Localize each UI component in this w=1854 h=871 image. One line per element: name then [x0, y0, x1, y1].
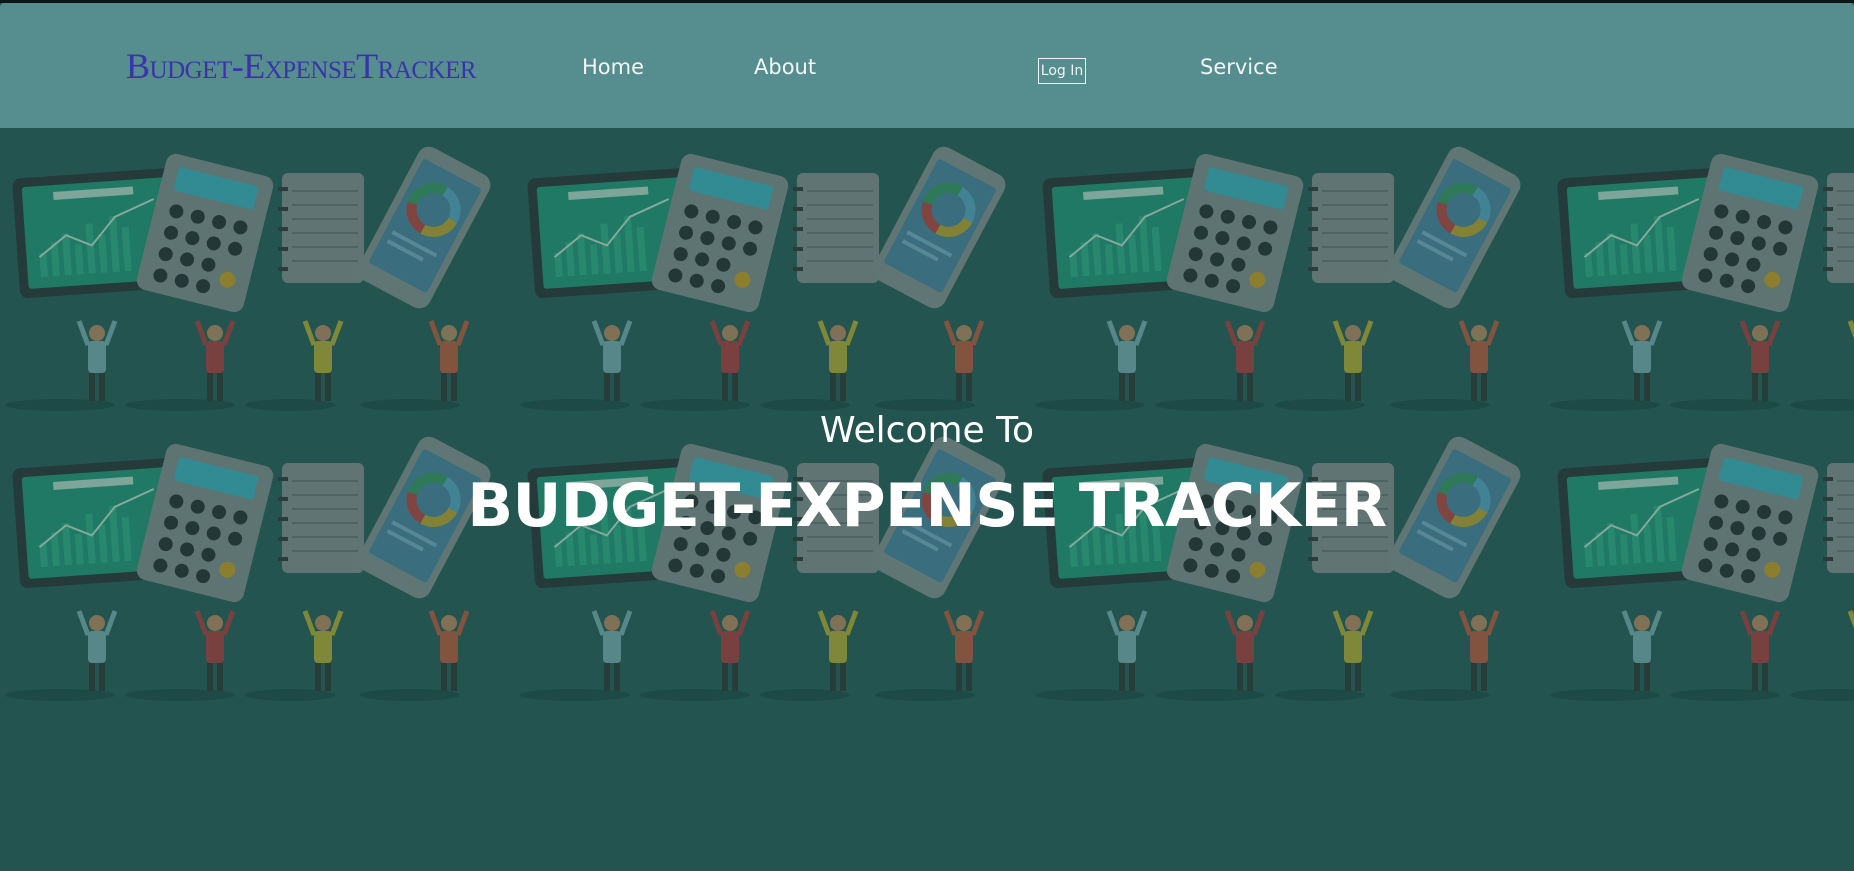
nav-link-home[interactable]: Home — [582, 55, 644, 79]
nav-link-service[interactable]: Service — [1200, 55, 1278, 79]
navbar: Budget-ExpenseTracker Home About Log In … — [0, 3, 1854, 128]
brand-logo[interactable]: Budget-ExpenseTracker — [126, 45, 477, 87]
login-button[interactable]: Log In — [1038, 58, 1086, 84]
hero-welcome-text: Welcome To — [819, 410, 1034, 451]
page: Budget-ExpenseTracker Home About Log In … — [0, 3, 1854, 871]
hero-title: BUDGET-EXPENSE TRACKER — [467, 471, 1387, 541]
nav-link-about[interactable]: About — [754, 55, 816, 79]
